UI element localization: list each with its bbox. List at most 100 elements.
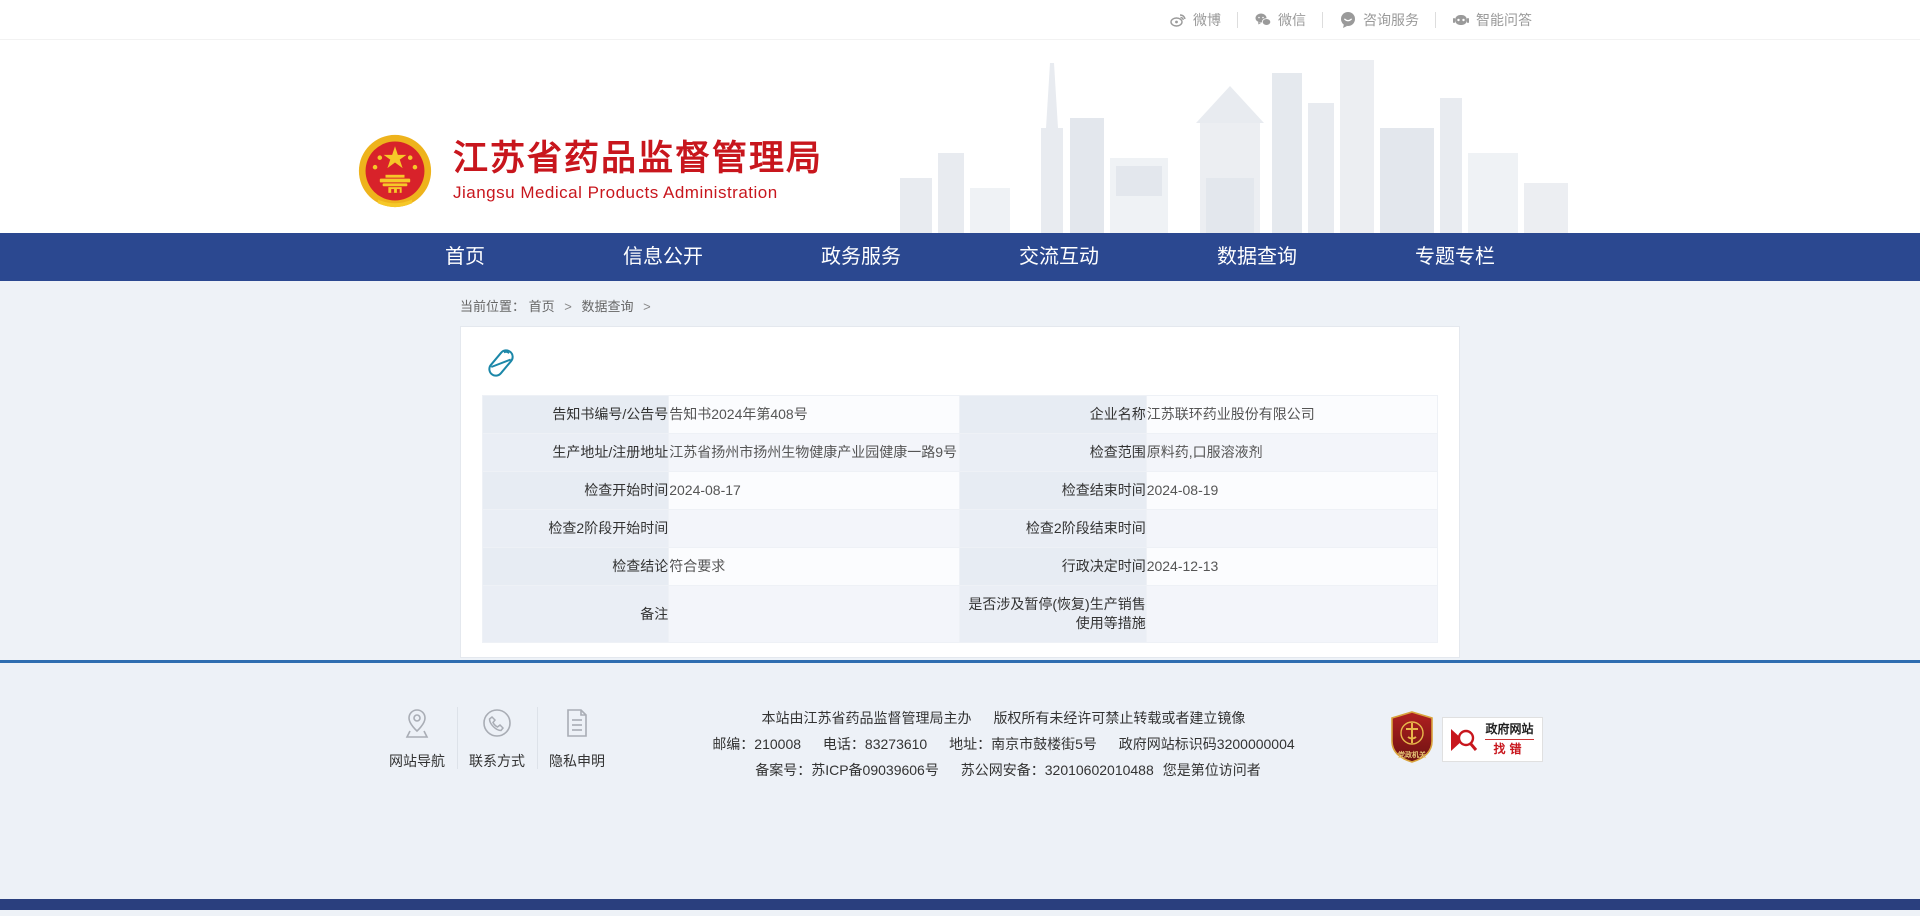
inspection-start-value: 2024-08-17 bbox=[669, 472, 960, 510]
site-header: 江苏省药品监督管理局 Jiangsu Medical Products Admi… bbox=[0, 40, 1920, 233]
notice-number-label: 告知书编号/公告号 bbox=[483, 396, 669, 434]
footer-info: 本站由江苏省药品监督管理局主办 版权所有未经许可禁止转载或者建立镜像 邮编：21… bbox=[703, 703, 1303, 783]
smart-qa-link[interactable]: 智能问答 bbox=[1436, 10, 1548, 30]
footer-line-contact: 邮编：210008 电话：83273610 地址：南京市鼓楼街5号 政府网站标识… bbox=[703, 731, 1303, 757]
breadcrumb-home-link[interactable]: 首页 bbox=[529, 299, 555, 314]
breadcrumb-separator: > bbox=[643, 299, 651, 314]
site-map-label: 网站导航 bbox=[378, 751, 457, 771]
inspection-scope-value: 原料药,口服溶液剂 bbox=[1146, 434, 1437, 472]
table-row: 生产地址/注册地址 江苏省扬州市扬州生物健康产业园健康一路9号 检查范围 原料药… bbox=[483, 434, 1438, 472]
nav-item-home[interactable]: 首页 bbox=[400, 233, 530, 281]
table-row: 备注 是否涉及暂停(恢复)生产销售使用等措施 bbox=[483, 586, 1438, 643]
footer-line-registration: 备案号：苏ICP备09039606号 苏公网安备：32010602010488 您… bbox=[703, 757, 1303, 783]
site-map-link[interactable]: 网站导航 bbox=[378, 703, 457, 773]
phase2-start-label: 检查2阶段开始时间 bbox=[483, 510, 669, 548]
remarks-value bbox=[669, 586, 960, 643]
site-brand[interactable]: 江苏省药品监督管理局 Jiangsu Medical Products Admi… bbox=[357, 133, 823, 209]
footer-visitor-count: 您是第位访问者 bbox=[1163, 762, 1261, 778]
table-row: 告知书编号/公告号 告知书2024年第408号 企业名称 江苏联环药业股份有限公… bbox=[483, 396, 1438, 434]
city-skyline-graphic bbox=[900, 58, 1580, 233]
inspection-conclusion-value: 符合要求 bbox=[669, 548, 960, 586]
weibo-label: 微博 bbox=[1193, 10, 1221, 30]
footer-quick-links: 网站导航 联系方式 bbox=[378, 703, 617, 773]
top-utility-bar: 微博 微信 咨询服务 bbox=[0, 0, 1920, 40]
site-subtitle: Jiangsu Medical Products Administration bbox=[453, 183, 823, 203]
phase2-start-value bbox=[669, 510, 960, 548]
phone-icon bbox=[458, 705, 537, 741]
company-name-label: 企业名称 bbox=[960, 396, 1146, 434]
main-navigation: 首页 信息公开 政务服务 交流互动 数据查询 专题专栏 bbox=[0, 233, 1920, 281]
footer-badges: 党政机关 政府网站 找错 bbox=[1390, 703, 1542, 768]
notice-number-value: 告知书2024年第408号 bbox=[669, 396, 960, 434]
admin-decision-date-value: 2024-12-13 bbox=[1146, 548, 1437, 586]
robot-icon bbox=[1452, 11, 1470, 29]
pill-icon bbox=[484, 346, 518, 380]
brand-text: 江苏省药品监督管理局 Jiangsu Medical Products Admi… bbox=[453, 139, 823, 203]
wechat-icon bbox=[1254, 11, 1272, 29]
footer-tel: 电话：83273610 bbox=[823, 736, 927, 752]
site-footer: 网站导航 联系方式 bbox=[0, 660, 1920, 899]
breadcrumb: 当前位置： 首页 > 数据查询 > bbox=[460, 281, 1460, 326]
smart-qa-label: 智能问答 bbox=[1476, 10, 1532, 30]
table-row: 检查结论 符合要求 行政决定时间 2024-12-13 bbox=[483, 548, 1438, 586]
phase2-end-value bbox=[1146, 510, 1437, 548]
admin-decision-date-label: 行政决定时间 bbox=[960, 548, 1146, 586]
breadcrumb-section-link[interactable]: 数据查询 bbox=[582, 299, 634, 314]
contact-label: 联系方式 bbox=[458, 751, 537, 771]
suspension-measures-value bbox=[1146, 586, 1437, 643]
production-address-label: 生产地址/注册地址 bbox=[483, 434, 669, 472]
phase2-end-label: 检查2阶段结束时间 bbox=[960, 510, 1146, 548]
main-content-area: 当前位置： 首页 > 数据查询 > 告知书编号/公告号 告知书2024年第408… bbox=[0, 281, 1920, 660]
map-pin-icon bbox=[378, 705, 457, 741]
document-icon bbox=[538, 705, 617, 741]
footer-copyright-text: 版权所有未经许可禁止转载或者建立镜像 bbox=[993, 710, 1245, 726]
detail-panel: 告知书编号/公告号 告知书2024年第408号 企业名称 江苏联环药业股份有限公… bbox=[460, 326, 1460, 658]
chat-bubble-icon bbox=[1339, 11, 1357, 29]
badge-gov-site-text: 政府网站 bbox=[1485, 722, 1533, 740]
footer-police-registration: 苏公网安备：32010602010488 bbox=[961, 762, 1154, 778]
pill-icon-wrap bbox=[482, 344, 1438, 395]
svg-text:党政机关: 党政机关 bbox=[1398, 750, 1426, 759]
suspension-measures-label: 是否涉及暂停(恢复)生产销售使用等措施 bbox=[960, 586, 1146, 643]
footer-host-text: 本站由江苏省药品监督管理局主办 bbox=[762, 710, 972, 726]
consult-service-label: 咨询服务 bbox=[1363, 10, 1419, 30]
inspection-detail-table: 告知书编号/公告号 告知书2024年第408号 企业名称 江苏联环药业股份有限公… bbox=[482, 395, 1438, 643]
site-error-report-badge[interactable]: 政府网站 找错 bbox=[1442, 717, 1542, 762]
table-row: 检查2阶段开始时间 检查2阶段结束时间 bbox=[483, 510, 1438, 548]
nav-item-special-columns[interactable]: 专题专栏 bbox=[1390, 233, 1520, 281]
nav-item-data-query[interactable]: 数据查询 bbox=[1192, 233, 1322, 281]
footer-address: 地址：南京市鼓楼街5号 bbox=[949, 736, 1097, 752]
inspection-scope-label: 检查范围 bbox=[960, 434, 1146, 472]
contact-link[interactable]: 联系方式 bbox=[458, 703, 537, 773]
national-emblem-logo bbox=[357, 133, 433, 209]
footer-site-code: 政府网站标识码3200000004 bbox=[1119, 736, 1295, 752]
consult-service-link[interactable]: 咨询服务 bbox=[1323, 10, 1435, 30]
privacy-label: 隐私申明 bbox=[538, 751, 617, 771]
badge-find-error-text: 找错 bbox=[1485, 740, 1533, 757]
magnifier-icon bbox=[1449, 725, 1479, 755]
production-address-value: 江苏省扬州市扬州生物健康产业园健康一路9号 bbox=[669, 434, 960, 472]
inspection-end-value: 2024-08-19 bbox=[1146, 472, 1437, 510]
bottom-bar bbox=[0, 899, 1920, 910]
nav-item-interaction[interactable]: 交流互动 bbox=[994, 233, 1124, 281]
weibo-icon bbox=[1169, 11, 1187, 29]
inspection-start-label: 检查开始时间 bbox=[483, 472, 669, 510]
wechat-link[interactable]: 微信 bbox=[1238, 10, 1322, 30]
footer-zip: 邮编：210008 bbox=[712, 736, 801, 752]
footer-icp: 备案号：苏ICP备09039606号 bbox=[755, 762, 939, 778]
wechat-label: 微信 bbox=[1278, 10, 1306, 30]
privacy-link[interactable]: 隐私申明 bbox=[538, 703, 617, 773]
nav-item-info-disclosure[interactable]: 信息公开 bbox=[598, 233, 728, 281]
party-government-badge[interactable]: 党政机关 bbox=[1390, 711, 1434, 768]
site-title: 江苏省药品监督管理局 bbox=[453, 139, 823, 179]
table-row: 检查开始时间 2024-08-17 检查结束时间 2024-08-19 bbox=[483, 472, 1438, 510]
inspection-end-label: 检查结束时间 bbox=[960, 472, 1146, 510]
footer-line-host: 本站由江苏省药品监督管理局主办 版权所有未经许可禁止转载或者建立镜像 bbox=[703, 705, 1303, 731]
breadcrumb-prefix: 当前位置： bbox=[460, 299, 525, 314]
weibo-link[interactable]: 微博 bbox=[1153, 10, 1237, 30]
remarks-label: 备注 bbox=[483, 586, 669, 643]
nav-item-gov-services[interactable]: 政务服务 bbox=[796, 233, 926, 281]
breadcrumb-separator: > bbox=[564, 299, 572, 314]
inspection-conclusion-label: 检查结论 bbox=[483, 548, 669, 586]
company-name-value: 江苏联环药业股份有限公司 bbox=[1146, 396, 1437, 434]
